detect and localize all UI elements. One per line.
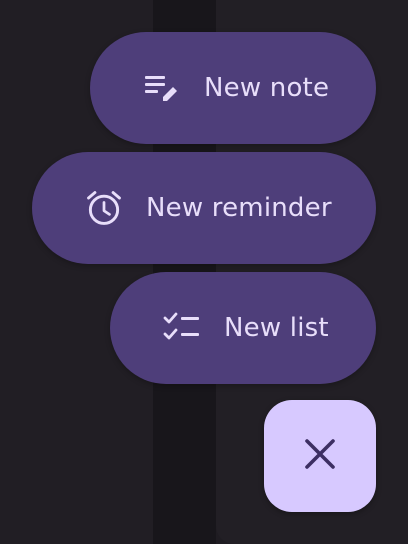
note-edit-icon bbox=[142, 68, 182, 108]
close-fab-menu-button[interactable] bbox=[264, 400, 376, 512]
new-reminder-label: New reminder bbox=[146, 193, 332, 223]
new-list-button[interactable]: New list bbox=[110, 272, 376, 384]
alarm-clock-icon bbox=[84, 188, 124, 228]
new-list-label: New list bbox=[224, 313, 329, 343]
app-screen: New note New reminder New list bbox=[0, 0, 408, 544]
close-icon bbox=[302, 436, 338, 476]
checklist-icon bbox=[162, 308, 202, 348]
new-reminder-button[interactable]: New reminder bbox=[32, 152, 376, 264]
new-note-button[interactable]: New note bbox=[90, 32, 376, 144]
new-note-label: New note bbox=[204, 73, 330, 103]
